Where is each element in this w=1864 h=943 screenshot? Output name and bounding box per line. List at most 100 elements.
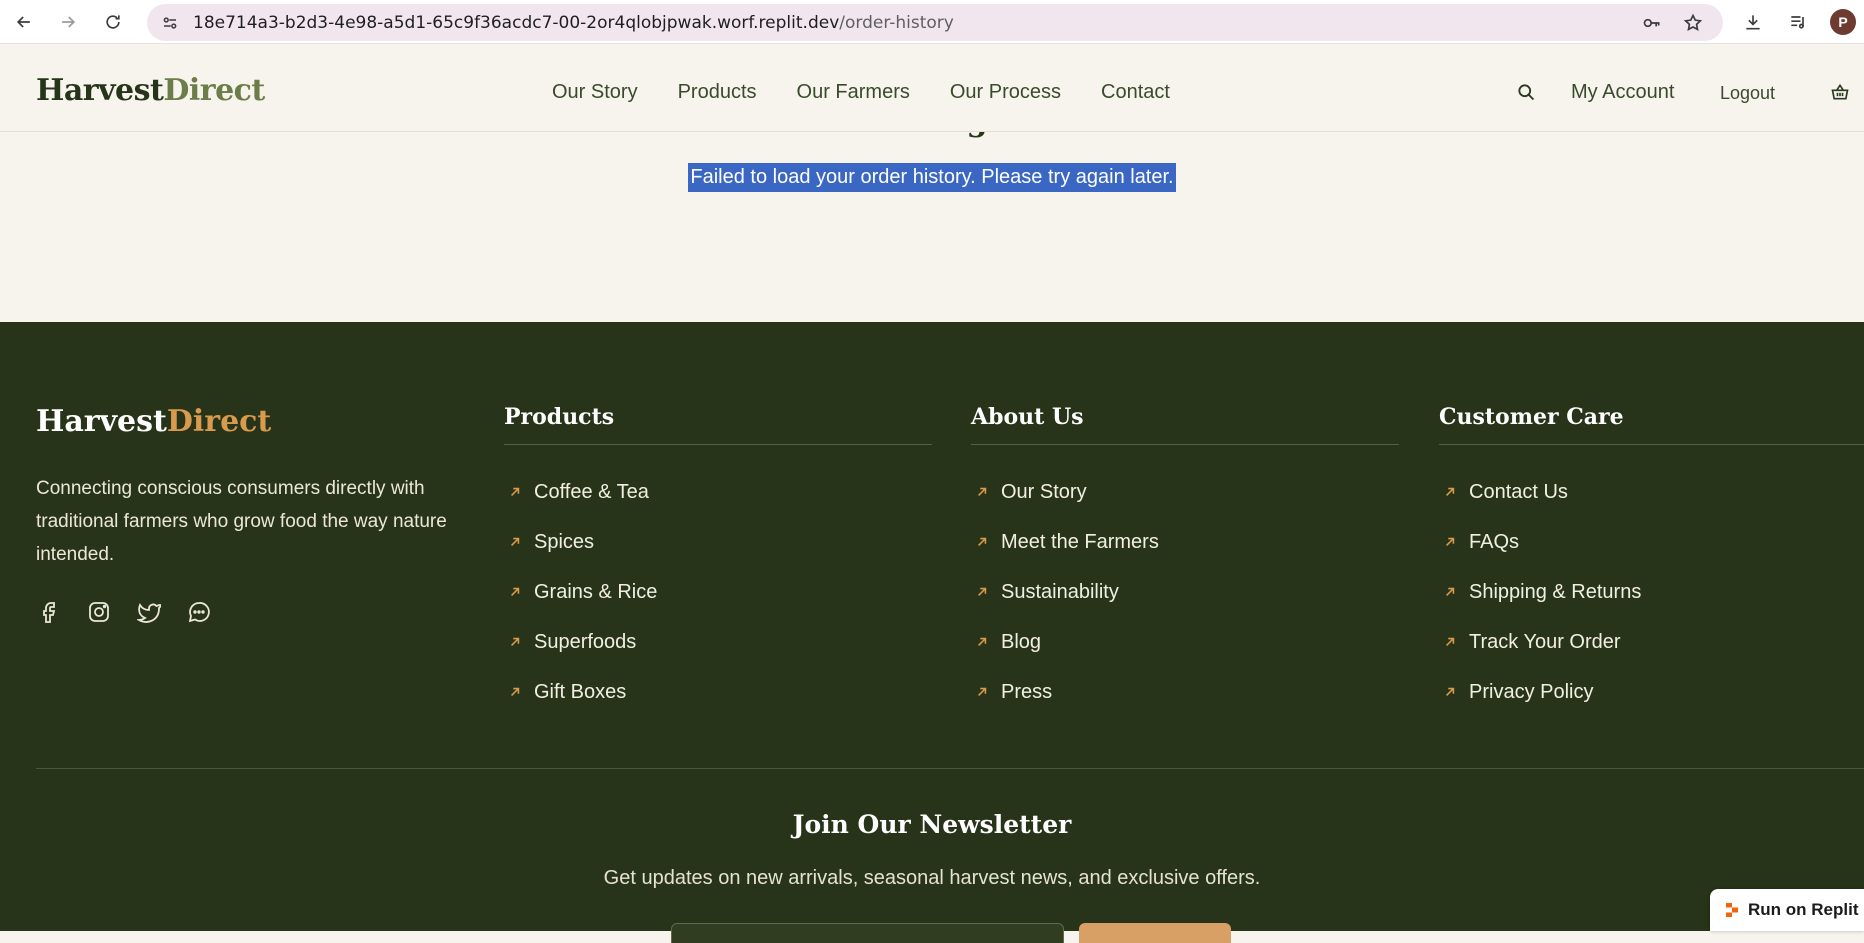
chat-icon[interactable] [186, 599, 212, 625]
main-nav: Our Story Products Our Farmers Our Proce… [552, 81, 1170, 104]
arrow-up-right-icon [975, 585, 989, 599]
footer-link-list: Coffee & Tea Spices Grains & Rice Superf… [504, 467, 932, 717]
footer-link-label: Coffee & Tea [534, 480, 649, 503]
footer-link-label: Contact Us [1469, 480, 1568, 503]
footer-link-sustainability[interactable]: Sustainability [971, 567, 1399, 617]
arrow-up-right-icon [975, 685, 989, 699]
footer-column-title: About Us [971, 404, 1399, 445]
footer-link-label: Meet the Farmers [1001, 530, 1159, 553]
arrow-up-right-icon [508, 635, 522, 649]
arrow-up-right-icon [508, 585, 522, 599]
arrow-up-right-icon [508, 485, 522, 499]
newsletter-title: Join Our Newsletter [792, 810, 1072, 839]
twitter-icon[interactable] [136, 599, 162, 625]
logo-part1: Harvest [36, 73, 164, 108]
site-info-icon[interactable] [159, 12, 181, 34]
basket-icon[interactable] [1828, 80, 1852, 104]
arrow-up-right-icon [1443, 535, 1457, 549]
replit-icon [1726, 903, 1738, 917]
nav-our-process[interactable]: Our Process [950, 81, 1061, 104]
footer-link-track-your-order[interactable]: Track Your Order [1439, 617, 1864, 667]
newsletter-subtitle: Get updates on new arrivals, seasonal ha… [603, 867, 1261, 889]
logo-part2: Direct [163, 73, 265, 108]
footer-link-meet-the-farmers[interactable]: Meet the Farmers [971, 517, 1399, 567]
footer-link-label: Our Story [1001, 480, 1087, 503]
profile-avatar[interactable]: P [1830, 9, 1856, 35]
error-message-wrap: Failed to load your order history. Pleas… [0, 163, 1864, 192]
bookmark-star-icon[interactable] [1682, 12, 1704, 34]
forward-icon[interactable] [54, 8, 82, 36]
site-logo[interactable]: HarvestDirect [36, 73, 265, 108]
nav-our-story[interactable]: Our Story [552, 81, 638, 104]
social-links [36, 599, 212, 625]
run-on-replit-button[interactable]: Run on Replit [1710, 889, 1864, 931]
arrow-up-right-icon [1443, 685, 1457, 699]
footer-column-about-us: About Us Our Story Meet the Farmers Sust… [971, 404, 1399, 717]
footer-column-title: Customer Care [1439, 404, 1864, 445]
footer-link-grains-rice[interactable]: Grains & Rice [504, 567, 932, 617]
footer-link-label: Privacy Policy [1469, 680, 1594, 703]
facebook-icon[interactable] [36, 599, 62, 625]
my-account-link[interactable]: My Account [1571, 81, 1674, 104]
footer-link-blog[interactable]: Blog [971, 617, 1399, 667]
footer-link-gift-boxes[interactable]: Gift Boxes [504, 667, 932, 717]
footer-link-contact-us[interactable]: Contact Us [1439, 467, 1864, 517]
arrow-up-right-icon [508, 685, 522, 699]
footer-link-label: Gift Boxes [534, 680, 627, 703]
footer-column-title: Products [504, 404, 932, 445]
url-host: 18e714a3-b2d3-4e98-a5d1-65c9f36acdc7-00-… [193, 13, 840, 33]
footer-link-superfoods[interactable]: Superfoods [504, 617, 932, 667]
nav-contact[interactable]: Contact [1101, 81, 1170, 104]
arrow-up-right-icon [975, 635, 989, 649]
footer-link-privacy-policy[interactable]: Privacy Policy [1439, 667, 1864, 717]
footer-logo[interactable]: HarvestDirect [36, 404, 271, 439]
footer-link-label: Blog [1001, 630, 1042, 653]
arrow-up-right-icon [508, 535, 522, 549]
footer-link-label: Spices [534, 530, 595, 553]
footer-link-label: Press [1001, 680, 1053, 703]
nav-products[interactable]: Products [678, 81, 757, 104]
nav-our-farmers[interactable]: Our Farmers [797, 81, 910, 104]
reload-icon[interactable] [99, 8, 127, 36]
footer-column-products: Products Coffee & Tea Spices Grains & Ri… [504, 404, 932, 717]
footer-logo-part1: Harvest [36, 404, 167, 439]
logout-button[interactable]: Logout [1720, 83, 1775, 104]
footer-link-shipping-returns[interactable]: Shipping & Returns [1439, 567, 1864, 617]
footer-link-spices[interactable]: Spices [504, 517, 932, 567]
site-header: HarvestDirect Our Story Products Our Far… [0, 44, 1864, 132]
footer-link-list: Contact Us FAQs Shipping & Returns Track… [1439, 467, 1864, 717]
address-bar[interactable]: 18e714a3-b2d3-4e98-a5d1-65c9f36acdc7-00-… [147, 4, 1723, 41]
footer-link-coffee-tea[interactable]: Coffee & Tea [504, 467, 932, 517]
newsletter-email-input[interactable] [671, 923, 1064, 943]
search-icon[interactable] [1515, 81, 1537, 103]
footer-divider [36, 768, 1864, 769]
footer-link-press[interactable]: Press [971, 667, 1399, 717]
footer-column-customer-care: Customer Care Contact Us FAQs Shipping &… [1439, 404, 1864, 717]
arrow-up-right-icon [1443, 585, 1457, 599]
footer-link-label: Superfoods [534, 630, 637, 653]
media-playlist-icon[interactable] [1784, 8, 1812, 36]
browser-toolbar: 18e714a3-b2d3-4e98-a5d1-65c9f36acdc7-00-… [0, 0, 1864, 44]
arrow-up-right-icon [975, 535, 989, 549]
error-message: Failed to load your order history. Pleas… [688, 163, 1176, 192]
footer-link-label: Grains & Rice [534, 580, 658, 603]
footer-link-label: Shipping & Returns [1469, 580, 1642, 603]
url-path: /order-history [839, 13, 954, 33]
url-text[interactable]: 18e714a3-b2d3-4e98-a5d1-65c9f36acdc7-00-… [193, 13, 954, 33]
footer-link-label: Track Your Order [1469, 630, 1621, 653]
newsletter-subscribe-button[interactable] [1079, 923, 1231, 943]
footer-description: Connecting conscious consumers directly … [36, 478, 447, 565]
arrow-up-right-icon [975, 485, 989, 499]
site-footer: HarvestDirect Connecting conscious consu… [0, 322, 1864, 943]
replit-label: Run on Replit [1748, 900, 1859, 919]
back-icon[interactable] [10, 8, 38, 36]
download-icon[interactable] [1739, 8, 1767, 36]
instagram-icon[interactable] [86, 599, 112, 625]
arrow-up-right-icon [1443, 485, 1457, 499]
footer-link-faqs[interactable]: FAQs [1439, 517, 1864, 567]
password-key-icon[interactable] [1641, 12, 1663, 34]
arrow-up-right-icon [1443, 635, 1457, 649]
footer-link-label: Sustainability [1001, 580, 1119, 603]
footer-link-list: Our Story Meet the Farmers Sustainabilit… [971, 467, 1399, 717]
footer-link-our-story[interactable]: Our Story [971, 467, 1399, 517]
